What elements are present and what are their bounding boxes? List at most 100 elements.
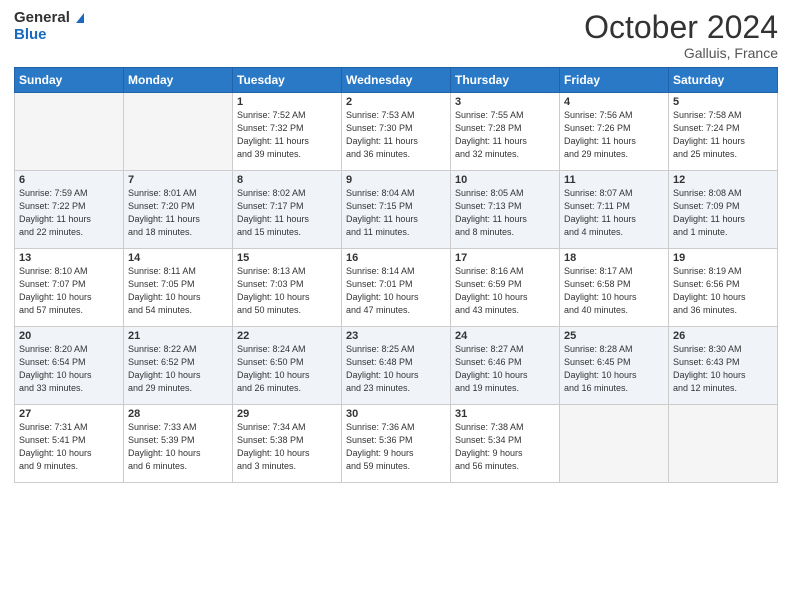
- calendar-cell: 30Sunrise: 7:36 AM Sunset: 5:36 PM Dayli…: [342, 405, 451, 483]
- day-number: 13: [19, 252, 119, 264]
- day-number: 30: [346, 408, 446, 420]
- day-number: 31: [455, 408, 555, 420]
- calendar-cell: 1Sunrise: 7:52 AM Sunset: 7:32 PM Daylig…: [233, 93, 342, 171]
- day-info: Sunrise: 8:14 AM Sunset: 7:01 PM Dayligh…: [346, 265, 446, 317]
- week-row-4: 20Sunrise: 8:20 AM Sunset: 6:54 PM Dayli…: [15, 327, 778, 405]
- calendar-cell: 8Sunrise: 8:02 AM Sunset: 7:17 PM Daylig…: [233, 171, 342, 249]
- calendar-cell: 18Sunrise: 8:17 AM Sunset: 6:58 PM Dayli…: [560, 249, 669, 327]
- week-row-5: 27Sunrise: 7:31 AM Sunset: 5:41 PM Dayli…: [15, 405, 778, 483]
- calendar-cell: 5Sunrise: 7:58 AM Sunset: 7:24 PM Daylig…: [669, 93, 778, 171]
- header: General Blue October 2024 Galluis, Franc…: [14, 10, 778, 61]
- day-info: Sunrise: 8:16 AM Sunset: 6:59 PM Dayligh…: [455, 265, 555, 317]
- day-info: Sunrise: 8:11 AM Sunset: 7:05 PM Dayligh…: [128, 265, 228, 317]
- logo-svg: General Blue: [14, 10, 84, 43]
- day-info: Sunrise: 8:25 AM Sunset: 6:48 PM Dayligh…: [346, 343, 446, 395]
- calendar-cell: 9Sunrise: 8:04 AM Sunset: 7:15 PM Daylig…: [342, 171, 451, 249]
- day-number: 2: [346, 96, 446, 108]
- day-number: 5: [673, 96, 773, 108]
- day-number: 18: [564, 252, 664, 264]
- calendar-container: General Blue October 2024 Galluis, Franc…: [0, 0, 792, 612]
- month-title: October 2024: [584, 10, 778, 45]
- day-info: Sunrise: 7:52 AM Sunset: 7:32 PM Dayligh…: [237, 109, 337, 161]
- day-number: 20: [19, 330, 119, 342]
- weekday-tuesday: Tuesday: [233, 68, 342, 93]
- day-info: Sunrise: 7:31 AM Sunset: 5:41 PM Dayligh…: [19, 421, 119, 473]
- day-number: 8: [237, 174, 337, 186]
- calendar-cell: [669, 405, 778, 483]
- logo: General Blue: [14, 10, 84, 43]
- day-info: Sunrise: 7:33 AM Sunset: 5:39 PM Dayligh…: [128, 421, 228, 473]
- day-info: Sunrise: 8:08 AM Sunset: 7:09 PM Dayligh…: [673, 187, 773, 239]
- calendar-table: SundayMondayTuesdayWednesdayThursdayFrid…: [14, 67, 778, 483]
- title-block: October 2024 Galluis, France: [584, 10, 778, 61]
- day-info: Sunrise: 8:22 AM Sunset: 6:52 PM Dayligh…: [128, 343, 228, 395]
- calendar-cell: 21Sunrise: 8:22 AM Sunset: 6:52 PM Dayli…: [124, 327, 233, 405]
- weekday-friday: Friday: [560, 68, 669, 93]
- calendar-cell: 24Sunrise: 8:27 AM Sunset: 6:46 PM Dayli…: [451, 327, 560, 405]
- calendar-cell: 10Sunrise: 8:05 AM Sunset: 7:13 PM Dayli…: [451, 171, 560, 249]
- day-number: 29: [237, 408, 337, 420]
- week-row-2: 6Sunrise: 7:59 AM Sunset: 7:22 PM Daylig…: [15, 171, 778, 249]
- day-number: 11: [564, 174, 664, 186]
- day-info: Sunrise: 7:59 AM Sunset: 7:22 PM Dayligh…: [19, 187, 119, 239]
- day-number: 14: [128, 252, 228, 264]
- day-number: 1: [237, 96, 337, 108]
- day-number: 24: [455, 330, 555, 342]
- calendar-cell: [124, 93, 233, 171]
- day-number: 12: [673, 174, 773, 186]
- calendar-cell: 19Sunrise: 8:19 AM Sunset: 6:56 PM Dayli…: [669, 249, 778, 327]
- day-number: 28: [128, 408, 228, 420]
- day-number: 22: [237, 330, 337, 342]
- weekday-saturday: Saturday: [669, 68, 778, 93]
- day-info: Sunrise: 8:30 AM Sunset: 6:43 PM Dayligh…: [673, 343, 773, 395]
- weekday-monday: Monday: [124, 68, 233, 93]
- calendar-cell: 6Sunrise: 7:59 AM Sunset: 7:22 PM Daylig…: [15, 171, 124, 249]
- day-info: Sunrise: 8:04 AM Sunset: 7:15 PM Dayligh…: [346, 187, 446, 239]
- location: Galluis, France: [584, 45, 778, 61]
- calendar-cell: 23Sunrise: 8:25 AM Sunset: 6:48 PM Dayli…: [342, 327, 451, 405]
- calendar-cell: 17Sunrise: 8:16 AM Sunset: 6:59 PM Dayli…: [451, 249, 560, 327]
- day-info: Sunrise: 8:10 AM Sunset: 7:07 PM Dayligh…: [19, 265, 119, 317]
- weekday-wednesday: Wednesday: [342, 68, 451, 93]
- day-info: Sunrise: 7:36 AM Sunset: 5:36 PM Dayligh…: [346, 421, 446, 473]
- day-number: 15: [237, 252, 337, 264]
- week-row-1: 1Sunrise: 7:52 AM Sunset: 7:32 PM Daylig…: [15, 93, 778, 171]
- day-info: Sunrise: 7:38 AM Sunset: 5:34 PM Dayligh…: [455, 421, 555, 473]
- calendar-cell: 4Sunrise: 7:56 AM Sunset: 7:26 PM Daylig…: [560, 93, 669, 171]
- day-info: Sunrise: 7:55 AM Sunset: 7:28 PM Dayligh…: [455, 109, 555, 161]
- day-number: 9: [346, 174, 446, 186]
- day-info: Sunrise: 8:28 AM Sunset: 6:45 PM Dayligh…: [564, 343, 664, 395]
- calendar-cell: 28Sunrise: 7:33 AM Sunset: 5:39 PM Dayli…: [124, 405, 233, 483]
- day-info: Sunrise: 7:34 AM Sunset: 5:38 PM Dayligh…: [237, 421, 337, 473]
- calendar-cell: 26Sunrise: 8:30 AM Sunset: 6:43 PM Dayli…: [669, 327, 778, 405]
- calendar-cell: 3Sunrise: 7:55 AM Sunset: 7:28 PM Daylig…: [451, 93, 560, 171]
- calendar-cell: 7Sunrise: 8:01 AM Sunset: 7:20 PM Daylig…: [124, 171, 233, 249]
- day-number: 3: [455, 96, 555, 108]
- weekday-sunday: Sunday: [15, 68, 124, 93]
- day-info: Sunrise: 8:02 AM Sunset: 7:17 PM Dayligh…: [237, 187, 337, 239]
- calendar-cell: 2Sunrise: 7:53 AM Sunset: 7:30 PM Daylig…: [342, 93, 451, 171]
- calendar-cell: [15, 93, 124, 171]
- calendar-cell: 14Sunrise: 8:11 AM Sunset: 7:05 PM Dayli…: [124, 249, 233, 327]
- day-number: 10: [455, 174, 555, 186]
- calendar-cell: 11Sunrise: 8:07 AM Sunset: 7:11 PM Dayli…: [560, 171, 669, 249]
- weekday-thursday: Thursday: [451, 68, 560, 93]
- day-info: Sunrise: 8:24 AM Sunset: 6:50 PM Dayligh…: [237, 343, 337, 395]
- day-number: 17: [455, 252, 555, 264]
- day-number: 21: [128, 330, 228, 342]
- day-number: 26: [673, 330, 773, 342]
- day-number: 27: [19, 408, 119, 420]
- day-info: Sunrise: 8:07 AM Sunset: 7:11 PM Dayligh…: [564, 187, 664, 239]
- day-info: Sunrise: 8:17 AM Sunset: 6:58 PM Dayligh…: [564, 265, 664, 317]
- calendar-cell: 22Sunrise: 8:24 AM Sunset: 6:50 PM Dayli…: [233, 327, 342, 405]
- calendar-cell: [560, 405, 669, 483]
- day-info: Sunrise: 8:01 AM Sunset: 7:20 PM Dayligh…: [128, 187, 228, 239]
- day-info: Sunrise: 8:27 AM Sunset: 6:46 PM Dayligh…: [455, 343, 555, 395]
- day-number: 16: [346, 252, 446, 264]
- day-number: 19: [673, 252, 773, 264]
- day-number: 7: [128, 174, 228, 186]
- day-number: 4: [564, 96, 664, 108]
- calendar-cell: 16Sunrise: 8:14 AM Sunset: 7:01 PM Dayli…: [342, 249, 451, 327]
- day-number: 23: [346, 330, 446, 342]
- calendar-cell: 13Sunrise: 8:10 AM Sunset: 7:07 PM Dayli…: [15, 249, 124, 327]
